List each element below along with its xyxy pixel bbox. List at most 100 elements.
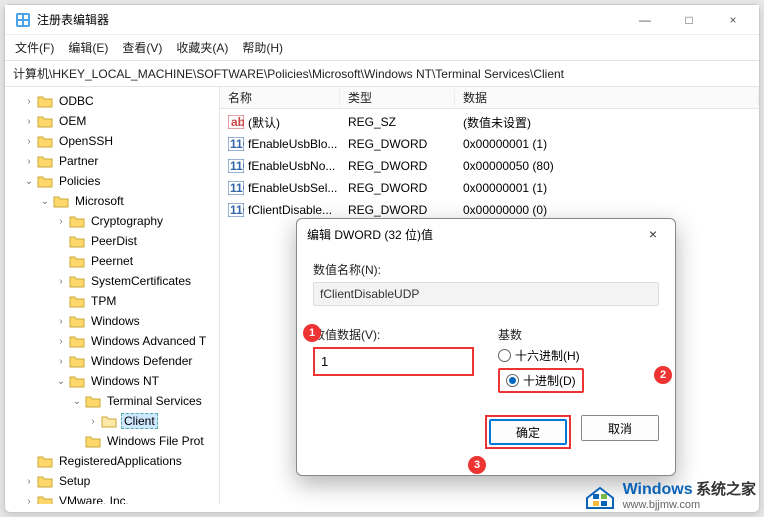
menu-favorites[interactable]: 收藏夹(A)	[176, 39, 228, 56]
binary-value-icon: 110	[228, 159, 244, 173]
tree-item-peernet[interactable]: Peernet	[5, 251, 219, 271]
tree-label: Windows	[89, 314, 142, 328]
tree-item-peerdist[interactable]: PeerDist	[5, 231, 219, 251]
tree-label: Terminal Services	[105, 394, 204, 408]
minimize-button[interactable]: —	[623, 5, 667, 35]
tree-item-partner[interactable]: ›Partner	[5, 151, 219, 171]
folder-icon	[69, 294, 85, 308]
tree-item-tpm[interactable]: TPM	[5, 291, 219, 311]
chevron-down-icon: ⌄	[39, 196, 51, 207]
value-name: fEnableUsbSel...	[248, 181, 337, 195]
base-label: 基数	[498, 326, 659, 343]
value-data: 0x00000000 (0)	[455, 203, 759, 217]
value-type: REG_DWORD	[340, 181, 455, 195]
values-list[interactable]: ab(默认) REG_SZ (数值未设置) 110 fEnableUsbBlo..…	[220, 109, 759, 223]
tree-label: Windows Defender	[89, 354, 194, 368]
value-type: REG_DWORD	[340, 159, 455, 173]
tree-label: Client	[121, 413, 158, 429]
tree-item-systemcertificates[interactable]: ›SystemCertificates	[5, 271, 219, 291]
tree-item-setup[interactable]: ›Setup	[5, 471, 219, 491]
menu-view[interactable]: 查看(V)	[122, 39, 162, 56]
value-type: REG_DWORD	[340, 137, 455, 151]
window-title: 注册表编辑器	[37, 11, 623, 28]
value-row[interactable]: ab(默认) REG_SZ (数值未设置)	[220, 111, 759, 133]
chevron-right-icon: ›	[23, 496, 35, 505]
value-name: fEnableUsbBlo...	[248, 137, 337, 151]
value-row[interactable]: 110 fEnableUsbBlo... REG_DWORD 0x00000001…	[220, 133, 759, 155]
menu-file[interactable]: 文件(F)	[15, 39, 54, 56]
tree-panel[interactable]: ›ODBC ›OEM ›OpenSSH ›Partner ⌄Policies ⌄…	[5, 87, 220, 504]
folder-icon	[69, 354, 85, 368]
tree-item-windows-defender[interactable]: ›Windows Defender	[5, 351, 219, 371]
tree-item-vmware[interactable]: ›VMware. Inc.	[5, 491, 219, 504]
tree-item-client[interactable]: › Client	[5, 411, 219, 431]
chevron-right-icon: ›	[55, 316, 67, 327]
value-data: 0x00000050 (80)	[455, 159, 759, 173]
folder-icon	[37, 174, 53, 188]
value-data-input[interactable]	[313, 347, 474, 376]
value-row[interactable]: 110fEnableUsbSel... REG_DWORD 0x00000001…	[220, 177, 759, 199]
chevron-right-icon: ›	[23, 96, 35, 107]
tree-item-windows-file-protection[interactable]: Windows File Prot	[5, 431, 219, 451]
value-name: fClientDisable...	[248, 203, 332, 217]
close-button[interactable]: ×	[711, 5, 755, 35]
col-data[interactable]: 数据	[455, 89, 759, 106]
maximize-button[interactable]: □	[667, 5, 711, 35]
watermark: Windows 系统之家 www.bjjmw.com	[583, 478, 756, 511]
folder-icon	[69, 234, 85, 248]
svg-text:110: 110	[230, 137, 244, 151]
address-bar[interactable]: 计算机\HKEY_LOCAL_MACHINE\SOFTWARE\Policies…	[5, 61, 759, 87]
tree-item-terminal-services[interactable]: ⌄ Terminal Services	[5, 391, 219, 411]
value-row[interactable]: 110fEnableUsbNo... REG_DWORD 0x00000050 …	[220, 155, 759, 177]
radio-hex-row[interactable]: 十六进制(H)	[498, 347, 659, 364]
value-type: REG_DWORD	[340, 203, 455, 217]
tree-item-microsoft[interactable]: ⌄ Microsoft	[5, 191, 219, 211]
tree-label: RegisteredApplications	[57, 454, 184, 468]
tree-label: Policies	[57, 174, 102, 188]
tree-label: OpenSSH	[57, 134, 115, 148]
tree-item-policies[interactable]: ⌄Policies	[5, 171, 219, 191]
watermark-sub1: 系统之家	[696, 481, 756, 498]
radio-dec-row[interactable]: 十进制(D)	[498, 368, 584, 393]
folder-icon	[37, 134, 53, 148]
window-buttons: — □ ×	[623, 5, 755, 35]
value-name-field: fClientDisableUDP	[313, 282, 659, 306]
tree-item-windows-advanced-threat[interactable]: ›Windows Advanced T	[5, 331, 219, 351]
tree-item-oem[interactable]: ›OEM	[5, 111, 219, 131]
menu-help[interactable]: 帮助(H)	[242, 39, 283, 56]
ok-button[interactable]: 确定	[489, 419, 567, 445]
tree-label: Setup	[57, 474, 92, 488]
tree-item-openssh[interactable]: ›OpenSSH	[5, 131, 219, 151]
dialog-titlebar: 编辑 DWORD (32 位)值 ×	[297, 219, 675, 249]
chevron-down-icon: ⌄	[71, 396, 83, 407]
binary-value-icon: 110	[228, 137, 244, 151]
value-type: REG_SZ	[340, 115, 455, 129]
chevron-right-icon: ›	[55, 216, 67, 227]
tree-item-registeredapplications[interactable]: RegisteredApplications	[5, 451, 219, 471]
tree-item-windows[interactable]: › Windows	[5, 311, 219, 331]
value-name-label: 数值名称(N):	[313, 261, 659, 278]
regedit-icon	[15, 12, 31, 28]
value-data: 0x00000001 (1)	[455, 137, 759, 151]
tree-label: OEM	[57, 114, 88, 128]
value-data: (数值未设置)	[455, 114, 759, 131]
tree-label: Microsoft	[73, 194, 126, 208]
col-type[interactable]: 类型	[340, 89, 455, 106]
menu-edit[interactable]: 编辑(E)	[68, 39, 108, 56]
dialog-title: 编辑 DWORD (32 位)值	[307, 226, 641, 243]
col-name[interactable]: 名称	[220, 89, 340, 106]
chevron-right-icon: ›	[87, 416, 99, 427]
folder-icon	[85, 434, 101, 448]
tree-item-windows-nt[interactable]: ⌄Windows NT	[5, 371, 219, 391]
radio-hex[interactable]	[498, 349, 511, 362]
value-name: (默认)	[248, 114, 280, 131]
tree-label: ODBC	[57, 94, 96, 108]
tree-item-cryptography[interactable]: ›Cryptography	[5, 211, 219, 231]
tree-item-odbc[interactable]: › ODBC	[5, 91, 219, 111]
cancel-button[interactable]: 取消	[581, 415, 659, 441]
folder-icon	[37, 114, 53, 128]
tree-label: Partner	[57, 154, 100, 168]
dialog-close-button[interactable]: ×	[641, 226, 665, 242]
radio-dec[interactable]	[506, 374, 519, 387]
annotation-badge-3: 3	[468, 456, 486, 474]
